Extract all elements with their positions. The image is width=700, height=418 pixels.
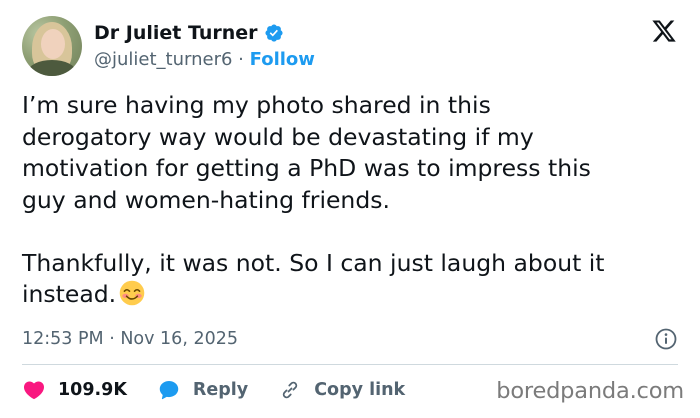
tweet-text-paragraph-2: Thankfully, it was not. So I can just la… [22, 248, 605, 309]
divider [22, 364, 678, 365]
like-count: 109.9K [58, 380, 127, 400]
like-button[interactable]: 109.9K [22, 378, 127, 402]
author-handle[interactable]: @juliet_turner6 [94, 49, 232, 70]
avatar[interactable] [22, 16, 82, 76]
smiling-face-emoji-icon [119, 280, 145, 306]
watermark: boredpanda.com [496, 378, 684, 404]
reply-button[interactable]: Reply [157, 378, 248, 402]
tweet-meta: 12:53 PM · Nov 16, 2025 [22, 326, 678, 352]
tweet-header: Dr Juliet Turner @juliet_turner6 · Follo… [22, 15, 678, 77]
author-identity: Dr Juliet Turner @juliet_turner6 · Follo… [94, 21, 315, 71]
copy-link-label: Copy link [314, 380, 406, 400]
author-name[interactable]: Dr Juliet Turner [94, 21, 258, 45]
link-icon [283, 381, 298, 399]
follow-button[interactable]: Follow [250, 49, 315, 70]
info-icon[interactable] [654, 327, 678, 351]
heart-icon [23, 381, 45, 400]
reply-label: Reply [192, 380, 249, 400]
tweet-actions: 109.9K Reply Copy link [22, 376, 435, 404]
copy-link-button[interactable]: Copy link [278, 378, 405, 402]
timestamp[interactable]: 12:53 PM · Nov 16, 2025 [22, 329, 238, 349]
verified-badge-icon [264, 24, 283, 42]
tweet-card: Dr Juliet Turner @juliet_turner6 · Follo… [0, 0, 700, 418]
tweet-text: I’m sure having my photo shared in this … [22, 90, 682, 311]
reply-bubble-icon [159, 381, 179, 400]
tweet-text-paragraph-1: I’m sure having my photo shared in this … [22, 91, 591, 214]
handle-separator: · [238, 49, 244, 70]
x-logo-icon[interactable] [650, 18, 678, 44]
